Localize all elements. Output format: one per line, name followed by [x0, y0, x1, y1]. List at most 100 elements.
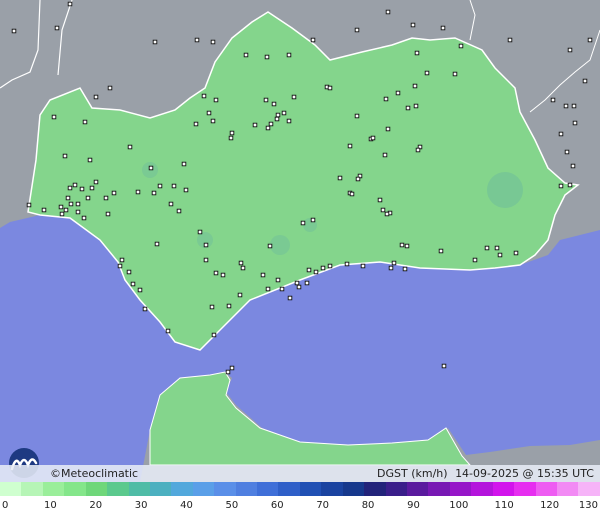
station-marker-icon	[287, 295, 293, 301]
station-marker-icon	[65, 195, 71, 201]
scale-cell	[128, 482, 150, 496]
station-marker-icon	[265, 286, 271, 292]
station-marker-icon	[441, 363, 447, 369]
station-marker-icon	[63, 207, 69, 213]
station-marker-icon	[229, 130, 235, 136]
scale-cell	[149, 482, 172, 496]
station-marker-icon	[380, 207, 386, 213]
scale-label: 20	[89, 500, 103, 511]
station-marker-icon	[211, 332, 217, 338]
station-marker-icon	[213, 270, 219, 276]
station-marker-icon	[286, 52, 292, 58]
scale-cell	[407, 482, 429, 496]
station-marker-icon	[494, 245, 500, 251]
station-marker-icon	[424, 70, 430, 76]
scale-cell	[364, 482, 386, 496]
station-marker-icon	[135, 189, 141, 195]
station-marker-icon	[220, 272, 226, 278]
station-marker-icon	[355, 176, 361, 182]
station-marker-icon	[370, 135, 376, 141]
station-marker-icon	[75, 209, 81, 215]
scale-cell	[385, 482, 408, 496]
scale-label: 90	[407, 500, 420, 511]
station-marker-icon	[563, 103, 569, 109]
station-marker-icon	[228, 135, 234, 141]
map-container: ©Meteoclimatic DGST (km/h) 14-09-2025 @ …	[0, 0, 600, 517]
station-marker-icon	[388, 265, 394, 271]
station-marker-icon	[472, 257, 478, 263]
station-marker-icon	[103, 195, 109, 201]
scale-label: 50	[225, 500, 239, 511]
station-marker-icon	[168, 201, 174, 207]
scale-cell	[85, 482, 108, 496]
scale-label: 40	[180, 500, 193, 511]
scale-cell	[578, 482, 600, 496]
station-marker-icon	[165, 328, 171, 334]
station-marker-icon	[206, 110, 212, 116]
station-marker-icon	[59, 211, 65, 217]
station-marker-icon	[11, 28, 17, 34]
station-marker-icon	[567, 47, 573, 53]
map-info: DGST (km/h) 14-09-2025 @ 15:35 UTC	[377, 467, 594, 480]
station-marker-icon	[213, 97, 219, 103]
station-marker-icon	[203, 242, 209, 248]
station-marker-icon	[209, 304, 215, 310]
station-marker-icon	[193, 121, 199, 127]
scale-cell	[64, 482, 86, 496]
scale-cell	[214, 482, 236, 496]
station-marker-icon	[105, 211, 111, 217]
station-marker-icon	[252, 122, 258, 128]
station-marker-icon	[58, 204, 64, 210]
station-marker-icon	[171, 183, 177, 189]
station-marker-icon	[558, 183, 564, 189]
station-marker-icon	[26, 202, 32, 208]
station-marker-icon	[415, 147, 421, 153]
station-marker-icon	[344, 261, 350, 267]
scale-cell	[107, 482, 129, 496]
station-marker-icon	[582, 78, 588, 84]
scale-cell	[0, 482, 22, 496]
station-marker-icon	[79, 186, 85, 192]
station-marker-icon	[337, 175, 343, 181]
station-marker-icon	[587, 37, 593, 43]
station-marker-icon	[67, 185, 73, 191]
station-marker-icon	[391, 260, 397, 266]
station-marker-icon	[151, 190, 157, 196]
scale-cell	[556, 482, 579, 496]
scale-label: 60	[270, 500, 284, 511]
color-scale-labels: 0 10 20 30 40 50 60 70 80 90 100 110 120 130	[0, 497, 600, 517]
station-marker-icon	[313, 269, 319, 275]
station-marker-icon	[243, 52, 249, 58]
station-marker-icon	[550, 97, 556, 103]
station-marker-icon	[405, 105, 411, 111]
station-marker-icon	[414, 50, 420, 56]
scale-label: 30	[134, 500, 148, 511]
station-marker-icon	[67, 1, 73, 7]
station-marker-icon	[93, 179, 99, 185]
station-marker-icon	[226, 303, 232, 309]
station-marker-icon	[571, 103, 577, 109]
scale-cell	[428, 482, 450, 496]
station-marker-icon	[383, 96, 389, 102]
station-marker-icon	[395, 90, 401, 96]
scale-label: 70	[316, 500, 330, 511]
timestamp: 14-09-2025 @ 15:35 UTC	[455, 467, 594, 480]
station-marker-icon	[203, 257, 209, 263]
station-marker-icon	[137, 287, 143, 293]
brand-name: ©Meteoclimatic	[50, 467, 139, 480]
station-marker-icon	[296, 284, 302, 290]
station-marker-icon	[225, 369, 231, 375]
station-marker-icon	[154, 241, 160, 247]
station-marker-icon	[384, 211, 390, 217]
station-marker-icon	[210, 118, 216, 124]
station-marker-icon	[183, 187, 189, 193]
station-marker-icon	[148, 165, 154, 171]
station-marker-icon	[404, 243, 410, 249]
station-marker-icon	[81, 215, 87, 221]
station-marker-icon	[570, 163, 576, 169]
scale-cell	[321, 482, 343, 496]
station-marker-icon	[412, 83, 418, 89]
station-marker-icon	[327, 263, 333, 269]
station-marker-icon	[72, 182, 78, 188]
station-marker-icon	[382, 152, 388, 158]
